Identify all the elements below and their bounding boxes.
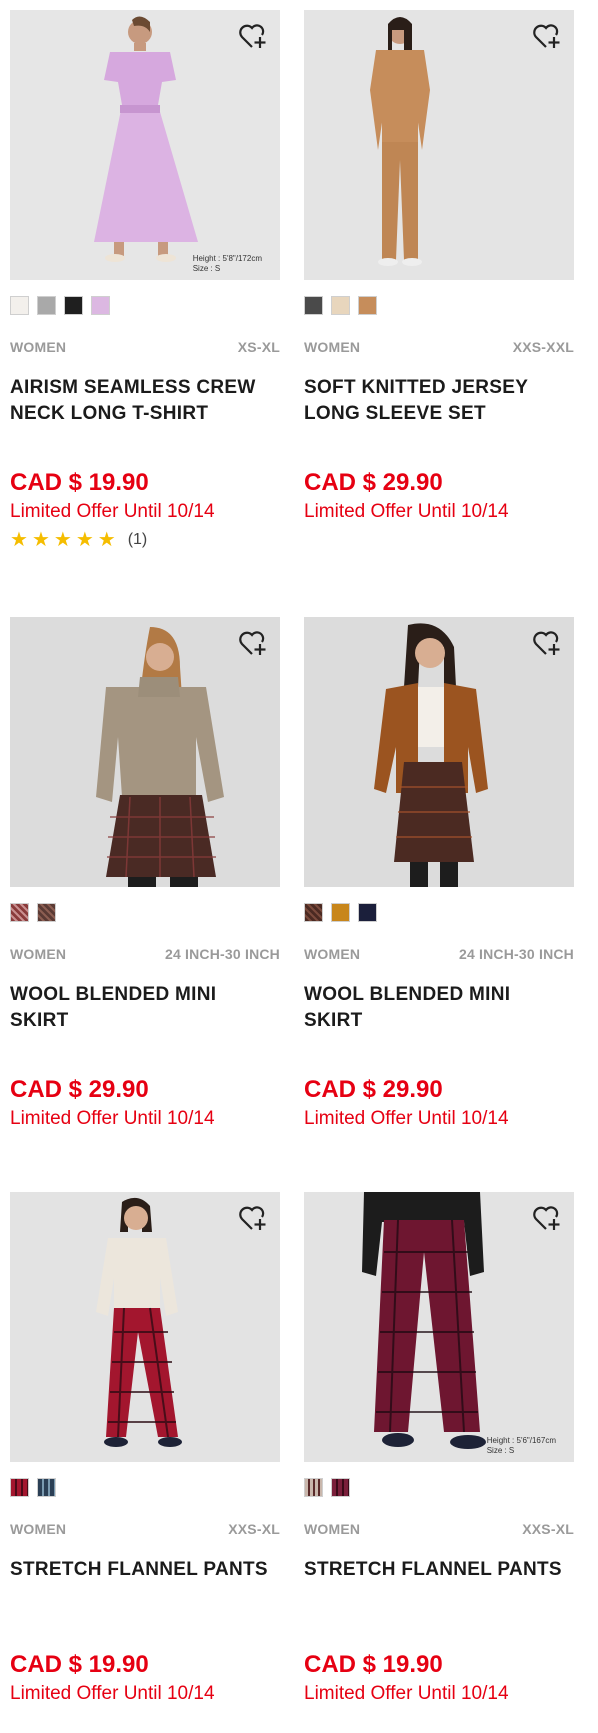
model-size-caption: Height : 5'6"/167cm Size : S [487,1436,556,1456]
color-swatches [10,296,280,315]
color-swatch[interactable] [331,903,350,922]
product-rating[interactable]: ★ ★ ★ ★ ★ (1) [10,530,280,550]
color-swatches [304,1478,574,1497]
product-price: CAD $ 29.90 [10,1076,149,1103]
color-swatch[interactable] [358,296,377,315]
caption-text: Height : 5'8"/172cm Size : S [192,254,262,273]
product-image[interactable] [10,617,280,887]
size-range: XS-XL [237,339,280,355]
limited-offer: Limited Offer Until 10/14 [10,1108,215,1129]
model-illustration [96,627,224,887]
color-swatch[interactable] [37,296,56,315]
category-label: WOMEN [10,946,67,962]
model-illustration [370,17,430,266]
category-label: WOMEN [304,1521,361,1537]
size-range: 24 INCH-30 INCH [164,946,280,962]
product-meta: WOMEN XS-XL [10,339,280,355]
product-price: CAD $ 29.90 [304,1076,443,1103]
product-card[interactable]: WOMEN XXS-XL STRETCH FLANNEL PANTS CAD $… [10,1192,280,1706]
product-meta: WOMEN XXS-XL [304,1521,574,1537]
color-swatch[interactable] [37,1478,56,1497]
category-label: WOMEN [10,1521,67,1537]
caption-text: Height : 5'6"/167cm Size : S [486,1436,556,1455]
wishlist-heart-plus-icon[interactable] [238,1204,268,1232]
color-swatches [10,903,280,922]
limited-offer: Limited Offer Until 10/14 [304,1108,509,1129]
category-label: WOMEN [304,339,361,355]
color-swatch[interactable] [304,1478,323,1497]
product-image[interactable]: Height : 5'6"/167cm Size : S [304,1192,574,1462]
color-swatch[interactable] [10,903,29,922]
color-swatches [10,1478,280,1497]
product-name[interactable]: AIRISM SEAMLESS CREW NECK LONG T-SHIRT [10,375,280,427]
product-image[interactable] [10,1192,280,1462]
product-meta: WOMEN XXS-XXL [304,339,574,355]
product-price: CAD $ 19.90 [10,469,149,496]
color-swatch[interactable] [304,903,323,922]
product-card[interactable]: Height : 5'6"/167cm Size : S WOMEN XXS-X… [304,1192,574,1706]
wishlist-heart-plus-icon[interactable] [238,629,268,657]
color-swatch[interactable] [331,1478,350,1497]
product-price: CAD $ 29.90 [304,469,443,496]
model-illustration [374,623,488,887]
model-size-caption: Height : 5'8"/172cm Size : S [193,254,262,274]
product-meta: WOMEN 24 INCH-30 INCH [10,946,280,962]
product-price: CAD $ 19.90 [304,1651,443,1678]
product-image[interactable] [304,617,574,887]
size-range: 24 INCH-30 INCH [458,946,574,962]
rating-count: (1) [127,531,148,548]
product-name[interactable]: WOOL BLENDED MINI SKIRT [10,982,280,1034]
star-icon: ★ [75,529,94,551]
star-icon: ★ [31,529,50,551]
model-illustration [362,1192,486,1449]
product-name[interactable]: WOOL BLENDED MINI SKIRT [304,982,574,1034]
product-meta: WOMEN 24 INCH-30 INCH [304,946,574,962]
product-card[interactable]: Height : 5'8"/172cm Size : S WOMEN XS-XL… [10,10,280,550]
color-swatches [304,296,574,315]
limited-offer: Limited Offer Until 10/14 [304,501,509,522]
product-name[interactable]: STRETCH FLANNEL PANTS [10,1557,280,1609]
color-swatch[interactable] [91,296,110,315]
limited-offer: Limited Offer Until 10/14 [10,1683,215,1704]
color-swatch[interactable] [37,903,56,922]
star-icon: ★ [10,529,28,551]
product-grid: Height : 5'8"/172cm Size : S WOMEN XS-XL… [0,0,598,1733]
product-card[interactable]: WOMEN 24 INCH-30 INCH WOOL BLENDED MINI … [304,617,574,1131]
color-swatch[interactable] [331,296,350,315]
color-swatch[interactable] [304,296,323,315]
color-swatch[interactable] [10,1478,29,1497]
limited-offer: Limited Offer Until 10/14 [10,501,215,522]
category-label: WOMEN [10,339,67,355]
star-icon: ★ [97,529,116,551]
model-illustration [94,16,198,262]
wishlist-heart-plus-icon[interactable] [532,22,562,50]
product-name[interactable]: SOFT KNITTED JERSEY LONG SLEEVE SET [304,375,574,427]
category-label: WOMEN [304,946,361,962]
product-image[interactable] [304,10,574,280]
product-card[interactable]: WOMEN 24 INCH-30 INCH WOOL BLENDED MINI … [10,617,280,1131]
model-illustration [96,1197,182,1447]
star-icon: ★ [53,529,72,551]
product-price: CAD $ 19.90 [10,1651,149,1678]
wishlist-heart-plus-icon[interactable] [532,629,562,657]
size-range: XXS-XXL [512,339,574,355]
limited-offer: Limited Offer Until 10/14 [304,1683,509,1704]
color-swatches [304,903,574,922]
wishlist-heart-plus-icon[interactable] [532,1204,562,1232]
size-range: XXS-XL [522,1521,574,1537]
size-range: XXS-XL [228,1521,280,1537]
product-image[interactable]: Height : 5'8"/172cm Size : S [10,10,280,280]
color-swatch[interactable] [358,903,377,922]
product-meta: WOMEN XXS-XL [10,1521,280,1537]
wishlist-heart-plus-icon[interactable] [238,22,268,50]
product-card[interactable]: WOMEN XXS-XXL SOFT KNITTED JERSEY LONG S… [304,10,574,524]
color-swatch[interactable] [64,296,83,315]
product-name[interactable]: STRETCH FLANNEL PANTS [304,1557,574,1609]
color-swatch[interactable] [10,296,29,315]
